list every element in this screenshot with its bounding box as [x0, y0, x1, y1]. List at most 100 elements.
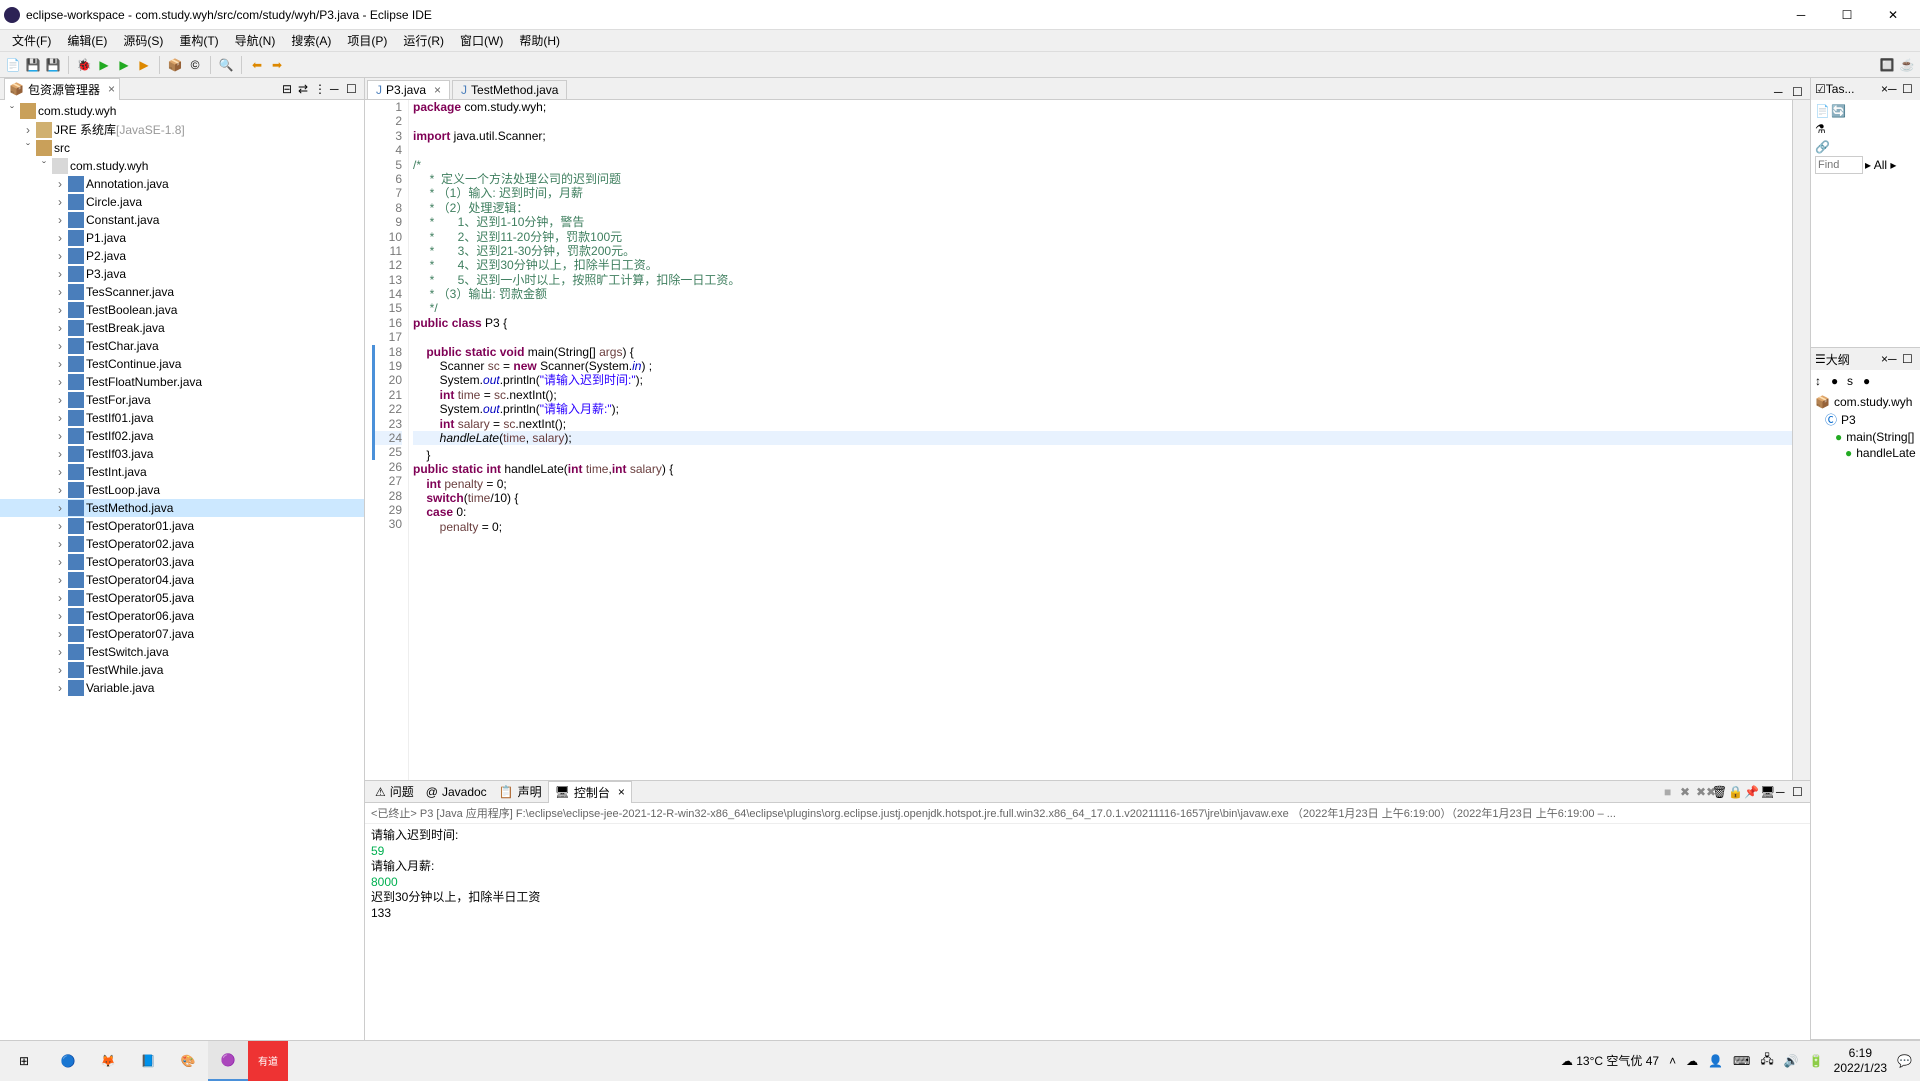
search-button[interactable]: 🔍 — [217, 56, 235, 74]
tree-item[interactable]: ˇcom.study.wyh — [0, 157, 364, 175]
people-icon[interactable]: 👤 — [1708, 1054, 1723, 1068]
tree-item[interactable]: ›TestContinue.java — [0, 355, 364, 373]
code-area[interactable]: package com.study.wyh; import java.util.… — [409, 100, 1792, 780]
tree-item[interactable]: ›TestOperator01.java — [0, 517, 364, 535]
maximize-outline-icon[interactable]: ☐ — [1902, 352, 1916, 366]
outline-item[interactable]: ⒸP3 — [1815, 410, 1916, 429]
hide-fields-icon[interactable]: ● — [1831, 374, 1845, 388]
battery-icon[interactable]: 🔋 — [1809, 1054, 1824, 1068]
outline-item[interactable]: ●main(String[] — [1815, 429, 1916, 445]
menu-item[interactable]: 帮助(H) — [511, 30, 568, 51]
new-package-button[interactable]: 📦 — [166, 56, 184, 74]
eclipse-app[interactable]: 🟣 — [208, 1041, 248, 1081]
clear-console-icon[interactable]: 🗑 — [1712, 785, 1726, 799]
minimize-button[interactable]: ─ — [1778, 0, 1824, 30]
tree-item[interactable]: ›TestOperator05.java — [0, 589, 364, 607]
tree-item[interactable]: ›TestFloatNumber.java — [0, 373, 364, 391]
menu-item[interactable]: 源码(S) — [115, 30, 171, 51]
outline-item[interactable]: 📦com.study.wyh — [1815, 394, 1916, 410]
package-tree[interactable]: ˇcom.study.wyh›JRE 系统库 [JavaSE-1.8]ˇsrcˇ… — [0, 100, 364, 1040]
console-tab[interactable]: ⚠问题 — [369, 781, 420, 802]
remove-all-icon[interactable]: ✖✖ — [1696, 785, 1710, 799]
console-output[interactable]: 请输入迟到时间:59请输入月薪:8000迟到30分钟以上，扣除半日工资133 — [365, 824, 1810, 1040]
tree-item[interactable]: ›TestIf02.java — [0, 427, 364, 445]
network-icon[interactable]: 🖧 — [1760, 1050, 1773, 1071]
editor-tab[interactable]: JTestMethod.java — [452, 80, 567, 99]
tree-item[interactable]: ›TestMethod.java — [0, 499, 364, 517]
editor-body[interactable]: 1234567891011121314151617181920212223242… — [365, 100, 1810, 780]
minimize-view-icon[interactable]: ─ — [330, 82, 344, 96]
menu-item[interactable]: 窗口(W) — [452, 30, 511, 51]
hide-static-icon[interactable]: s — [1847, 374, 1861, 388]
close-button[interactable]: ✕ — [1870, 0, 1916, 30]
tree-item[interactable]: ›JRE 系统库 [JavaSE-1.8] — [0, 120, 364, 139]
minimize-tasks-icon[interactable]: ─ — [1888, 82, 1902, 96]
terminate-icon[interactable]: ■ — [1664, 785, 1678, 799]
run-button[interactable]: ▶ — [95, 56, 113, 74]
dict-app[interactable]: 有道 — [248, 1041, 288, 1081]
word-app[interactable]: 📘 — [128, 1041, 168, 1081]
tree-item[interactable]: ›P2.java — [0, 247, 364, 265]
weather-widget[interactable]: ☁ 13°C 空气优 47 — [1561, 1052, 1659, 1069]
tree-item[interactable]: ›Circle.java — [0, 193, 364, 211]
hide-nonpublic-icon[interactable]: ● — [1863, 374, 1877, 388]
tree-item[interactable]: ›TestInt.java — [0, 463, 364, 481]
new-class-button[interactable]: © — [186, 56, 204, 74]
task-link-icon[interactable]: 🔗 — [1815, 140, 1916, 154]
cortana-app[interactable]: 🔵 — [48, 1041, 88, 1081]
open-perspective-button[interactable]: 🔲 — [1878, 56, 1896, 74]
gimp-app[interactable]: 🎨 — [168, 1041, 208, 1081]
package-explorer-tab[interactable]: 📦 包资源管理器 × — [4, 78, 120, 100]
tree-item[interactable]: ›Constant.java — [0, 211, 364, 229]
maximize-tasks-icon[interactable]: ☐ — [1902, 82, 1916, 96]
pin-console-icon[interactable]: 📌 — [1744, 785, 1758, 799]
forward-button[interactable]: ➡ — [268, 56, 286, 74]
tree-item[interactable]: ›TestSwitch.java — [0, 643, 364, 661]
tree-item[interactable]: ›TestOperator04.java — [0, 571, 364, 589]
tree-item[interactable]: ›TestIf03.java — [0, 445, 364, 463]
tree-item[interactable]: ›TesScanner.java — [0, 283, 364, 301]
close-tab-icon[interactable]: × — [434, 83, 441, 97]
outline-item[interactable]: ●handleLate( — [1815, 445, 1916, 461]
maximize-button[interactable]: ☐ — [1824, 0, 1870, 30]
sort-icon[interactable]: ↕ — [1815, 374, 1829, 388]
save-button[interactable]: 💾 — [24, 56, 42, 74]
maximize-editor-icon[interactable]: ☐ — [1792, 85, 1806, 99]
tree-item[interactable]: ›TestLoop.java — [0, 481, 364, 499]
tree-item[interactable]: ›Variable.java — [0, 679, 364, 697]
editor-tab[interactable]: JP3.java× — [367, 80, 450, 99]
back-button[interactable]: ⬅ — [248, 56, 266, 74]
java-perspective-button[interactable]: ☕ — [1898, 56, 1916, 74]
filter-icon[interactable]: ⚗ — [1815, 122, 1829, 136]
view-menu-icon[interactable]: ⋮ — [314, 82, 328, 96]
tree-item[interactable]: ›TestOperator02.java — [0, 535, 364, 553]
tree-item[interactable]: ›TestOperator03.java — [0, 553, 364, 571]
refresh-icon[interactable]: 🔄 — [1831, 104, 1845, 118]
minimize-editor-icon[interactable]: ─ — [1774, 85, 1788, 99]
tree-item[interactable]: ›TestFor.java — [0, 391, 364, 409]
outline-body[interactable]: ↕ ● s ● 📦com.study.wyhⒸP3●main(String[]●… — [1811, 370, 1920, 465]
input-icon[interactable]: ⌨ — [1733, 1054, 1750, 1068]
maximize-console-icon[interactable]: ☐ — [1792, 785, 1806, 799]
find-input[interactable] — [1815, 156, 1863, 174]
new-task-icon[interactable]: 📄 — [1815, 104, 1829, 118]
tree-item[interactable]: ›TestOperator06.java — [0, 607, 364, 625]
console-tab[interactable]: @Javadoc — [420, 783, 493, 801]
minimize-outline-icon[interactable]: ─ — [1888, 352, 1902, 366]
volume-icon[interactable]: 🔊 — [1784, 1054, 1799, 1068]
tree-item[interactable]: ›P3.java — [0, 265, 364, 283]
tree-item[interactable]: ›TestChar.java — [0, 337, 364, 355]
tree-item[interactable]: ›TestWhile.java — [0, 661, 364, 679]
overview-ruler[interactable] — [1792, 100, 1810, 780]
menu-item[interactable]: 搜索(A) — [283, 30, 339, 51]
onedrive-icon[interactable]: ☁ — [1686, 1054, 1698, 1068]
save-all-button[interactable]: 💾 — [44, 56, 62, 74]
menu-item[interactable]: 项目(P) — [339, 30, 395, 51]
notification-icon[interactable]: 💬 — [1897, 1054, 1912, 1068]
all-dropdown[interactable]: ▸ All ▸ — [1865, 158, 1896, 172]
tray-chevron-icon[interactable]: ˄ — [1669, 1054, 1676, 1068]
console-tab[interactable]: 🖥控制台× — [548, 781, 632, 803]
link-editor-icon[interactable]: ⇄ — [298, 82, 312, 96]
close-icon[interactable]: × — [618, 785, 625, 799]
scroll-lock-icon[interactable]: 🔒 — [1728, 785, 1742, 799]
